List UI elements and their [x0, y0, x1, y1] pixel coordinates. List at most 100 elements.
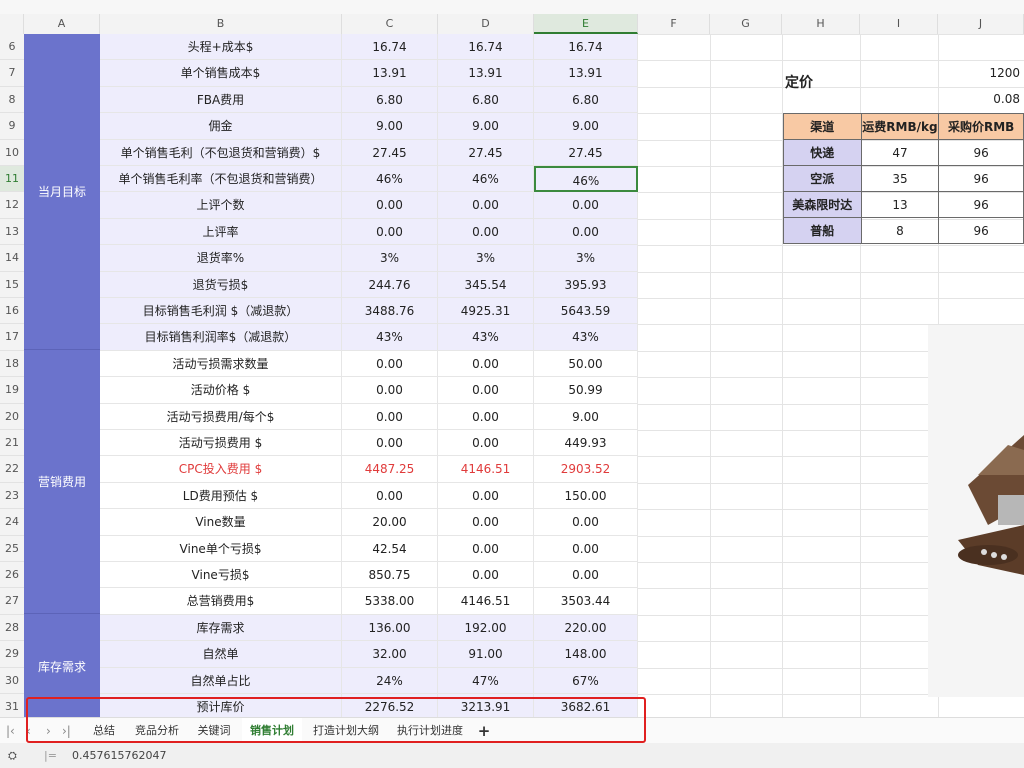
value-cell-e[interactable]: 395.93	[534, 271, 638, 298]
value-cell-c[interactable]: 0.00	[342, 430, 438, 457]
row-label[interactable]: 目标销售利润率$（减退款）	[100, 324, 342, 351]
value-cell-d[interactable]: 3%	[438, 245, 534, 272]
row-header[interactable]: 22	[0, 456, 24, 483]
freight-value[interactable]: 47	[860, 139, 940, 166]
row-label[interactable]: FBA费用	[100, 86, 342, 114]
row-label[interactable]: 单个销售毛利（不包退货和营销费）$	[100, 139, 342, 166]
value-cell-c[interactable]: 850.75	[342, 562, 438, 589]
pricing-title[interactable]: 定价	[785, 72, 813, 92]
row-label[interactable]: 活动亏损费用 $	[100, 430, 342, 457]
tab-summary[interactable]: 总结	[84, 718, 124, 744]
header-freight[interactable]: 运费RMB/kg	[860, 113, 940, 140]
value-cell-e[interactable]: 50.00	[534, 350, 638, 378]
row-label[interactable]: CPC投入费用 $	[100, 456, 342, 483]
value-cell-e[interactable]: 0.00	[534, 535, 638, 562]
row-header[interactable]: 24	[0, 509, 24, 536]
row-header[interactable]: 14	[0, 245, 24, 272]
row-header[interactable]: 9	[0, 113, 24, 140]
value-cell-c[interactable]: 4487.25	[342, 456, 438, 483]
channel-name[interactable]: 美森限时达	[783, 191, 862, 218]
value-cell-d[interactable]: 0.00	[438, 535, 534, 562]
value-cell-d[interactable]: 9.00	[438, 113, 534, 140]
tab-sales-plan[interactable]: 销售计划	[242, 718, 302, 744]
row-header[interactable]: 28	[0, 614, 24, 642]
row-header[interactable]: 17	[0, 324, 24, 351]
value-cell-e[interactable]: 0.00	[534, 562, 638, 589]
value-cell-c[interactable]: 0.00	[342, 192, 438, 219]
row-header[interactable]: 6	[0, 34, 24, 61]
cost-value[interactable]: 96	[938, 191, 1024, 218]
header-purchase-price[interactable]: 采购价RMB	[938, 113, 1024, 140]
row-label[interactable]: Vine数量	[100, 509, 342, 536]
value-cell-e[interactable]: 6.80	[534, 86, 638, 114]
value-cell-d[interactable]: 0.00	[438, 562, 534, 589]
value-cell-d[interactable]: 0.00	[438, 218, 534, 246]
column-header-i[interactable]: I	[860, 14, 938, 34]
value-cell-d[interactable]: 0.00	[438, 430, 534, 457]
value-cell-d[interactable]: 46%	[438, 166, 534, 193]
row-header[interactable]: 8	[0, 86, 24, 114]
value-cell-c[interactable]: 0.00	[342, 377, 438, 404]
value-cell-c[interactable]: 13.91	[342, 60, 438, 87]
value-cell-c[interactable]: 0.00	[342, 403, 438, 430]
row-header[interactable]: 19	[0, 377, 24, 404]
tab-execution-progress[interactable]: 执行计划进度	[390, 718, 470, 744]
value-cell-c[interactable]: 27.45	[342, 139, 438, 166]
value-cell-c[interactable]: 3488.76	[342, 298, 438, 325]
freight-value[interactable]: 8	[860, 217, 940, 244]
row-label[interactable]: 活动价格 $	[100, 377, 342, 404]
channel-name[interactable]: 普船	[783, 217, 862, 244]
value-cell-c[interactable]: 244.76	[342, 271, 438, 298]
first-sheet-icon[interactable]: |‹	[6, 718, 15, 744]
row-label[interactable]: Vine亏损$	[100, 562, 342, 589]
tab-competitor-analysis[interactable]: 竞品分析	[128, 718, 186, 744]
value-cell-d[interactable]: 0.00	[438, 350, 534, 378]
value-cell-d[interactable]: 4146.51	[438, 456, 534, 483]
product-image[interactable]	[928, 325, 1024, 697]
section-monthly-target[interactable]: 当月目标	[24, 34, 100, 350]
value-cell-e[interactable]: 0.00	[534, 509, 638, 536]
row-label[interactable]: 活动亏损需求数量	[100, 350, 342, 378]
row-label[interactable]: 上评率	[100, 218, 342, 246]
value-cell-e[interactable]: 9.00	[534, 403, 638, 430]
row-label[interactable]: 自然单占比	[100, 667, 342, 694]
row-header[interactable]: 21	[0, 430, 24, 457]
value-cell-c[interactable]: 43%	[342, 324, 438, 351]
value-cell-e[interactable]: 0.00	[534, 218, 638, 246]
row-label[interactable]: 活动亏损费用/每个$	[100, 403, 342, 430]
value-cell-d[interactable]: 345.54	[438, 271, 534, 298]
value-cell-e[interactable]: 43%	[534, 324, 638, 351]
value-cell-e[interactable]: 13.91	[534, 60, 638, 87]
value-cell-e[interactable]: 5643.59	[534, 298, 638, 325]
column-header-h[interactable]: H	[782, 14, 860, 34]
value-cell-d[interactable]: 91.00	[438, 641, 534, 668]
value-cell-d[interactable]: 192.00	[438, 614, 534, 642]
row-label[interactable]: 总营销费用$	[100, 588, 342, 615]
value-cell-c[interactable]: 9.00	[342, 113, 438, 140]
row-header[interactable]: 25	[0, 535, 24, 562]
cost-value[interactable]: 96	[938, 165, 1024, 192]
row-label[interactable]: 单个销售成本$	[100, 60, 342, 87]
value-cell-e[interactable]: 3503.44	[534, 588, 638, 615]
value-cell-e[interactable]: 46%	[534, 166, 638, 193]
last-sheet-icon[interactable]: ›|	[62, 718, 71, 744]
column-header-f[interactable]: F	[638, 14, 710, 34]
value-cell-c[interactable]: 0.00	[342, 218, 438, 246]
column-header-b[interactable]: B	[100, 14, 342, 34]
value-cell-e[interactable]: 2903.52	[534, 456, 638, 483]
row-header[interactable]: 23	[0, 482, 24, 510]
value-cell-c[interactable]: 5338.00	[342, 588, 438, 615]
value-cell-d[interactable]: 4146.51	[438, 588, 534, 615]
row-label[interactable]: 退货亏损$	[100, 271, 342, 298]
column-header-a[interactable]: A	[24, 14, 100, 34]
value-cell-c[interactable]: 0.00	[342, 482, 438, 510]
row-label[interactable]: Vine单个亏损$	[100, 535, 342, 562]
row-label[interactable]: 自然单	[100, 641, 342, 668]
value-cell-d[interactable]: 4925.31	[438, 298, 534, 325]
add-sheet-icon[interactable]: +	[474, 718, 494, 744]
row-header[interactable]: 11	[0, 166, 24, 193]
row-header[interactable]: 13	[0, 218, 24, 246]
section-marketing-cost[interactable]: 营销费用	[24, 350, 100, 614]
column-header-j[interactable]: J	[938, 14, 1024, 34]
row-header[interactable]: 30	[0, 667, 24, 694]
